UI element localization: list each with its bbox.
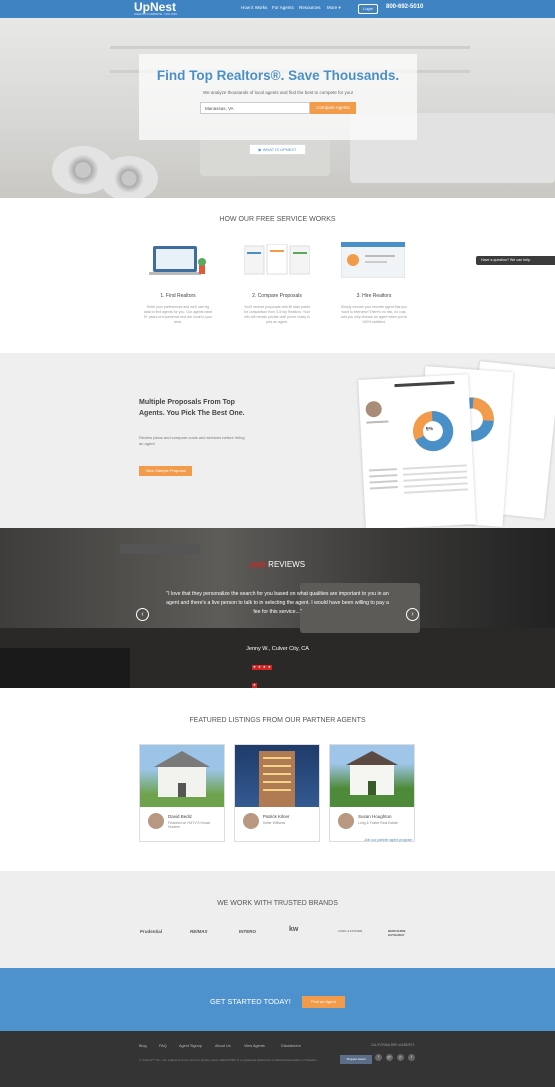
- footer-link-agent-signup[interactable]: Agent Signup: [179, 1044, 202, 1048]
- step-1-text: Enter your preferences and we'll use big…: [143, 305, 213, 324]
- footer-link-disclaimers[interactable]: Disclaimers: [281, 1044, 301, 1048]
- join-partner-link[interactable]: Join our partner agent program: [364, 838, 412, 842]
- yelp-logo: yelp: [249, 560, 266, 569]
- brand-long-foster: LONG & FOSTER: [338, 929, 363, 933]
- shopper-award-badge[interactable]: Shopper Award: [340, 1055, 372, 1064]
- range-hood-image: [120, 544, 200, 554]
- help-chat-tab[interactable]: Have a question? We can help.: [476, 256, 555, 265]
- footer-link-blog[interactable]: Blog: [139, 1044, 147, 1048]
- step-2-text: You'll receive proposals with fill data …: [243, 305, 311, 324]
- nav-for-agents[interactable]: For Agents: [272, 5, 294, 10]
- brand-kw: kw: [289, 926, 299, 933]
- ottoman-image: [100, 156, 158, 198]
- cta-text: GET STARTED TODAY!: [210, 997, 291, 1006]
- agent-name: Patrick Kilner: [263, 814, 290, 819]
- brand-berkshire: BERKSHIRE HATHAWAY: [388, 929, 406, 937]
- building-photo: [235, 745, 319, 807]
- hero-subtitle: We analyze thousands of local agents and…: [202, 90, 353, 95]
- proposal-page-image: 5%: [358, 374, 476, 528]
- footer-link-faq[interactable]: FAQ: [159, 1044, 167, 1048]
- listing-card[interactable]: Susan Houghton Long & Foster Real Estate: [329, 744, 415, 842]
- brands-section: WE WORK WITH TRUSTED BRANDS Prudential R…: [0, 871, 555, 968]
- hero-overlay: [139, 54, 417, 140]
- twitter-icon[interactable]: t: [408, 1054, 415, 1061]
- agent-company: Long & Foster Real Estate: [358, 821, 398, 825]
- brands-title: WE WORK WITH TRUSTED BRANDS: [217, 900, 338, 907]
- step-3-text: Simply choose your favorite agent that y…: [340, 305, 408, 324]
- listings-title: FEATURED LISTINGS FROM OUR PARTNER AGENT…: [189, 717, 366, 724]
- reviews-heading: yelp REVIEWS: [0, 560, 555, 569]
- compare-agents-button[interactable]: Compare Agents: [310, 102, 356, 114]
- star-icon: ★: [266, 665, 272, 670]
- brand-intero: INTERO: [239, 929, 257, 934]
- coffee-table-image: [200, 136, 330, 176]
- copyright-text: © UpNest™ Inc. Use subject to terms and …: [139, 1058, 318, 1062]
- featured-listings-section: FEATURED LISTINGS FROM OUR PARTNER AGENT…: [0, 688, 555, 871]
- find-agent-button[interactable]: Find an Agent: [302, 996, 345, 1008]
- agent-name: David Bediz: [168, 814, 193, 819]
- agent-company: Featured on HGTV'S House Hunters: [168, 821, 211, 829]
- agent-avatar: [338, 813, 354, 829]
- review-quote: "I love that they personalize the search…: [166, 591, 389, 615]
- house-photo: [330, 745, 414, 807]
- agent-name: Susan Houghton: [358, 814, 392, 819]
- listing-card[interactable]: Patrick Kilner Keller Williams: [234, 744, 320, 842]
- google-plus-icon[interactable]: g+: [386, 1054, 393, 1061]
- nav-how-it-works[interactable]: How it Works: [241, 5, 267, 10]
- footer: Blog FAQ Agent Signup About Us View Agen…: [0, 1031, 555, 1087]
- step-3-title: 3. Hire Realtors: [356, 293, 392, 299]
- proposals-text: Review plans and compare costs and servi…: [139, 435, 245, 446]
- hire-icon: [340, 241, 406, 279]
- step-2-title: 2. Compare Proposals: [252, 293, 302, 299]
- reviews-section: yelp REVIEWS "I love that they personali…: [0, 528, 555, 688]
- facebook-icon[interactable]: f: [375, 1054, 382, 1061]
- cta-banner: GET STARTED TODAY! Find an Agent: [0, 968, 555, 1031]
- agent-avatar: [243, 813, 259, 829]
- login-button[interactable]: Login: [358, 4, 378, 14]
- phone-number[interactable]: 800-692-5010: [386, 4, 423, 10]
- top-nav: UpNest AGENTS COMPETE. YOU WIN. How it W…: [0, 0, 555, 18]
- location-input[interactable]: [200, 102, 310, 114]
- bar-stools-image: [0, 648, 130, 688]
- laptop-icon: [147, 242, 207, 278]
- what-is-upnest-button[interactable]: ▶ WHAT IS UPNEST: [249, 144, 306, 155]
- house-photo: [140, 745, 224, 807]
- pie-percent-label: 5%: [425, 426, 434, 433]
- footer-link-view-agents[interactable]: View Agents: [244, 1044, 265, 1048]
- agent-avatar: [148, 813, 164, 829]
- reviews-label: REVIEWS: [268, 560, 306, 569]
- star-rating: ★ ★ ★ ★★: [252, 655, 276, 688]
- how-it-works-section: HOW OUR FREE SERVICE WORKS 1. Find Realt…: [0, 198, 555, 353]
- wall-shelf: [110, 46, 470, 49]
- pinterest-icon[interactable]: p: [397, 1054, 404, 1061]
- agent-company: Keller Williams: [263, 821, 286, 825]
- next-review-arrow[interactable]: ›: [406, 608, 419, 621]
- footer-link-about[interactable]: About Us: [215, 1044, 231, 1048]
- brand-prudential: Prudential: [140, 929, 163, 934]
- hero-title: Find Top Realtors®. Save Thousands.: [156, 68, 400, 83]
- hero-section: Find Top Realtors®. Save Thousands. We a…: [0, 18, 555, 198]
- how-title: HOW OUR FREE SERVICE WORKS: [219, 216, 336, 223]
- proposals-section: Multiple Proposals From Top Agents. You …: [0, 353, 555, 528]
- reviewer-name: Jenny W., Culver City, CA: [246, 646, 309, 652]
- listing-card[interactable]: David Bediz Featured on HGTV'S House Hun…: [139, 744, 225, 842]
- brand-remax: RE/MAX: [190, 929, 208, 934]
- logo-tagline: AGENTS COMPETE. YOU WIN.: [134, 12, 178, 16]
- view-sample-proposal-button[interactable]: View Sample Proposal: [139, 466, 192, 476]
- proposals-icon: [243, 243, 311, 280]
- proposals-title: Multiple Proposals From Top Agents. You …: [139, 399, 245, 417]
- nav-more-menu[interactable]: More ▾: [327, 5, 341, 11]
- prev-review-arrow[interactable]: ‹: [136, 608, 149, 621]
- nav-resources[interactable]: Resources: [299, 5, 321, 10]
- license-text: CALIFORNIA BRE #01852973: [371, 1043, 415, 1047]
- step-1-title: 1. Find Realtors: [160, 293, 196, 299]
